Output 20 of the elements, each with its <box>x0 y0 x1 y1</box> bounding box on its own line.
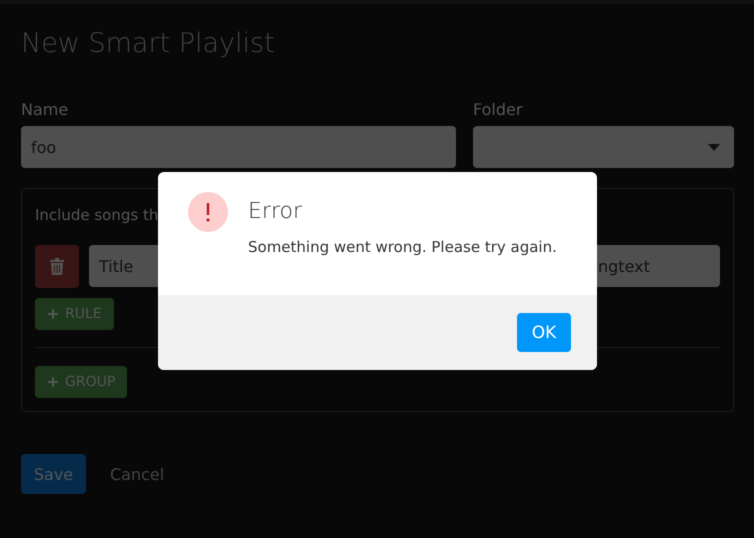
delete-button[interactable] <box>35 245 79 288</box>
ok-button[interactable]: OK <box>517 313 571 352</box>
page-title: New Smart Playlist <box>21 27 276 61</box>
plus-icon <box>47 308 59 320</box>
field-label: Name <box>21 100 70 118</box>
alert-icon <box>188 192 228 232</box>
caret-icon <box>708 144 720 150</box>
dialog-title: Error <box>248 199 304 224</box>
field-dropdown[interactable]: Title <box>89 245 158 287</box>
trash-icon <box>50 258 64 275</box>
add-group-button[interactable]: GROUP <box>35 366 128 398</box>
cancel-link[interactable]: Cancel <box>110 464 164 484</box>
plus-icon <box>47 376 59 388</box>
name-field[interactable]: foo <box>21 126 456 168</box>
save-button[interactable]: Save <box>21 454 86 494</box>
rules-intro: Include songs th <box>35 206 158 226</box>
add-rule-button[interactable]: RULE <box>35 298 114 330</box>
value-field[interactable]: ngtext <box>597 245 720 287</box>
dialog-message: Something went wrong. Please try again. <box>248 238 557 256</box>
field-label: Folder <box>473 100 524 118</box>
